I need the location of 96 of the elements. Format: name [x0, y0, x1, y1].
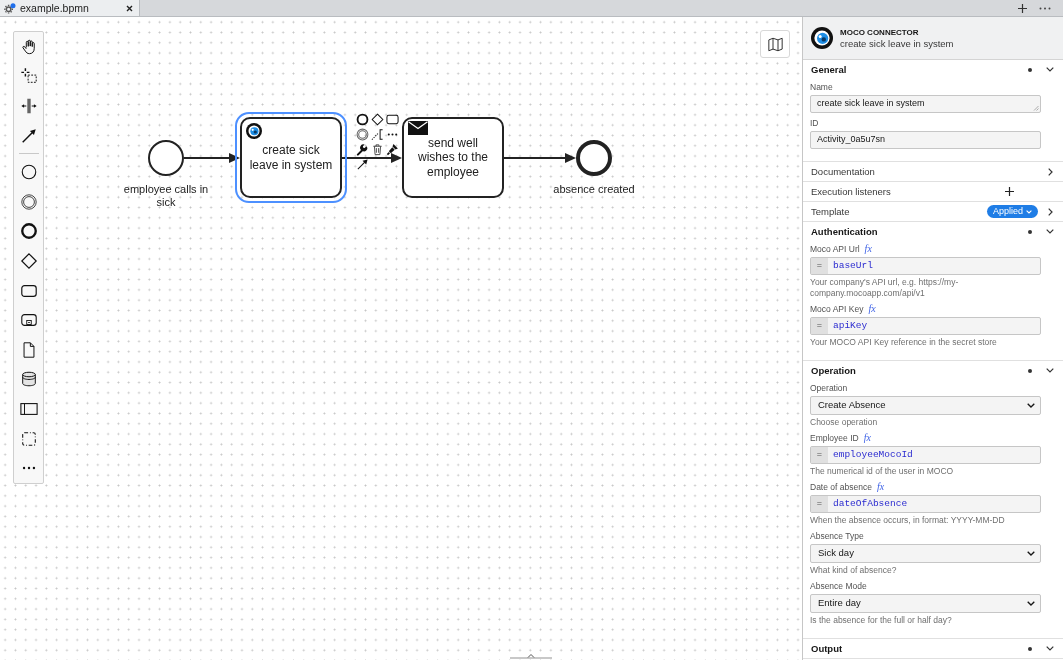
- double-circle-icon[interactable]: [19, 192, 38, 211]
- select-field[interactable]: Create Absence: [810, 396, 1041, 415]
- fx-marker[interactable]: fx: [868, 303, 876, 315]
- text-field[interactable]: Activity_0a5u7sn: [810, 131, 1041, 149]
- double-circle-icon[interactable]: [356, 128, 369, 141]
- task-label: send well wishes to the employee: [416, 135, 489, 180]
- resize-handle[interactable]: [510, 653, 552, 659]
- horizontal-arrows-icon[interactable]: [19, 97, 38, 115]
- section-title[interactable]: Template: [811, 205, 850, 218]
- diagram-canvas[interactable]: employee calls in sick create sick leave in system send well wishes to the employee absence created: [0, 17, 802, 660]
- resize-grip-icon[interactable]: [1033, 105, 1039, 111]
- sequence-flow: [183, 153, 240, 163]
- field-label: Moco API Key: [810, 303, 864, 315]
- field-label: ID: [810, 117, 819, 129]
- lasso-icon[interactable]: [19, 67, 38, 86]
- rounded-rectangle-icon[interactable]: [386, 113, 399, 126]
- service-task[interactable]: create sick leave in system: [240, 117, 342, 198]
- field-label: Date of absence: [810, 481, 872, 493]
- chevron-down-icon: [1027, 601, 1035, 606]
- sequence-flow: [341, 153, 402, 163]
- feel-toggle[interactable]: =: [811, 258, 828, 274]
- trash-icon[interactable]: [371, 143, 384, 156]
- field-label: Moco API Url: [810, 243, 860, 255]
- section-title[interactable]: Documentation: [811, 165, 875, 178]
- event-label: absence created: [552, 183, 636, 196]
- field-description: Choose operation: [810, 417, 879, 428]
- start-event[interactable]: [148, 140, 184, 176]
- circle-icon[interactable]: [19, 163, 38, 182]
- expression-field[interactable]: = apiKey: [810, 317, 1041, 335]
- section-title[interactable]: Operation: [811, 364, 856, 377]
- dashed-rectangle-icon[interactable]: [19, 429, 38, 448]
- chevron-down-icon[interactable]: [1046, 646, 1054, 651]
- envelope-icon: [408, 121, 428, 135]
- diamond-icon[interactable]: [19, 251, 38, 270]
- thick-circle-icon[interactable]: [356, 113, 369, 126]
- section-title[interactable]: Output: [811, 642, 843, 655]
- feel-toggle[interactable]: =: [811, 496, 828, 512]
- arrow-icon[interactable]: [356, 158, 369, 171]
- plus-icon[interactable]: [1005, 187, 1014, 196]
- thick-circle-icon[interactable]: [19, 222, 38, 241]
- text-annotation-icon[interactable]: [371, 128, 384, 141]
- fx-marker[interactable]: fx: [876, 481, 885, 493]
- feel-toggle[interactable]: =: [811, 318, 828, 334]
- hand-icon[interactable]: [19, 37, 38, 56]
- select-field[interactable]: Entire day: [810, 594, 1041, 613]
- chevron-down-icon: [1027, 403, 1035, 408]
- file-tab[interactable]: example.bpmn: [0, 0, 140, 16]
- section-title[interactable]: Execution listeners: [811, 185, 891, 198]
- close-icon[interactable]: [126, 4, 133, 12]
- end-event[interactable]: [576, 140, 612, 176]
- field-description: Your MOCO API Key reference in the secret store: [810, 337, 998, 348]
- chevron-down-icon: [1027, 551, 1035, 556]
- section-title[interactable]: General: [811, 63, 847, 76]
- select-field[interactable]: Sick day: [810, 544, 1041, 563]
- field-description: Your company's API url, e.g. https://my-company.mocoapp.com/api/v1: [810, 277, 960, 299]
- eye-icon: [811, 27, 833, 49]
- field-description: When the absence occurs, in format: YYYY-MM-DD: [810, 515, 1006, 526]
- element-name: create sick leave in system: [840, 37, 954, 49]
- paintbrush-icon[interactable]: [386, 143, 399, 156]
- gear-icon: [4, 2, 16, 14]
- eye-icon: [246, 123, 262, 139]
- field-label: Absence Type: [810, 530, 864, 542]
- chevron-right-icon[interactable]: [1047, 167, 1053, 176]
- field-description: What kind of absence?: [810, 565, 898, 576]
- wrench-icon[interactable]: [356, 143, 369, 156]
- chevron-down-icon: [1026, 209, 1032, 214]
- field-label: Name: [810, 81, 833, 93]
- chevron-down-icon[interactable]: [1046, 229, 1054, 234]
- fx-marker[interactable]: fx: [864, 243, 872, 255]
- map-button[interactable]: [760, 30, 790, 58]
- fx-marker[interactable]: fx: [863, 432, 871, 444]
- text-area[interactable]: create sick leave in system: [810, 95, 1041, 113]
- more-icon[interactable]: [1039, 6, 1051, 10]
- element-type: MOCO CONNECTOR: [840, 27, 920, 38]
- chevron-down-icon[interactable]: [1046, 67, 1054, 72]
- send-task[interactable]: send well wishes to the employee: [402, 117, 504, 198]
- field-label: Operation: [810, 382, 848, 394]
- event-label: employee calls in sick: [122, 183, 210, 209]
- section-title[interactable]: Authentication: [811, 225, 878, 238]
- expression-field[interactable]: = dateOfAbsence: [810, 495, 1041, 513]
- expression-field[interactable]: = employeeMocoId: [810, 446, 1041, 464]
- plus-icon[interactable]: [1018, 3, 1027, 13]
- field-label: Absence Mode: [810, 580, 867, 592]
- chevron-down-icon[interactable]: [1046, 368, 1054, 373]
- expression-field[interactable]: = baseUrl: [810, 257, 1041, 275]
- arrow-icon[interactable]: [19, 126, 38, 145]
- field-label: Employee ID: [810, 432, 859, 444]
- map-icon: [766, 36, 784, 52]
- field-description: The numerical id of the user in MOCO: [810, 466, 955, 477]
- diamond-icon[interactable]: [371, 113, 384, 126]
- database-icon[interactable]: [19, 370, 38, 389]
- template-status-button[interactable]: Applied: [986, 205, 1038, 218]
- field-description: Is the absence for the full or half day?: [810, 615, 953, 626]
- task-label: create sick leave in system: [248, 143, 334, 172]
- chevron-right-icon[interactable]: [1047, 207, 1053, 216]
- feel-toggle[interactable]: =: [811, 447, 828, 463]
